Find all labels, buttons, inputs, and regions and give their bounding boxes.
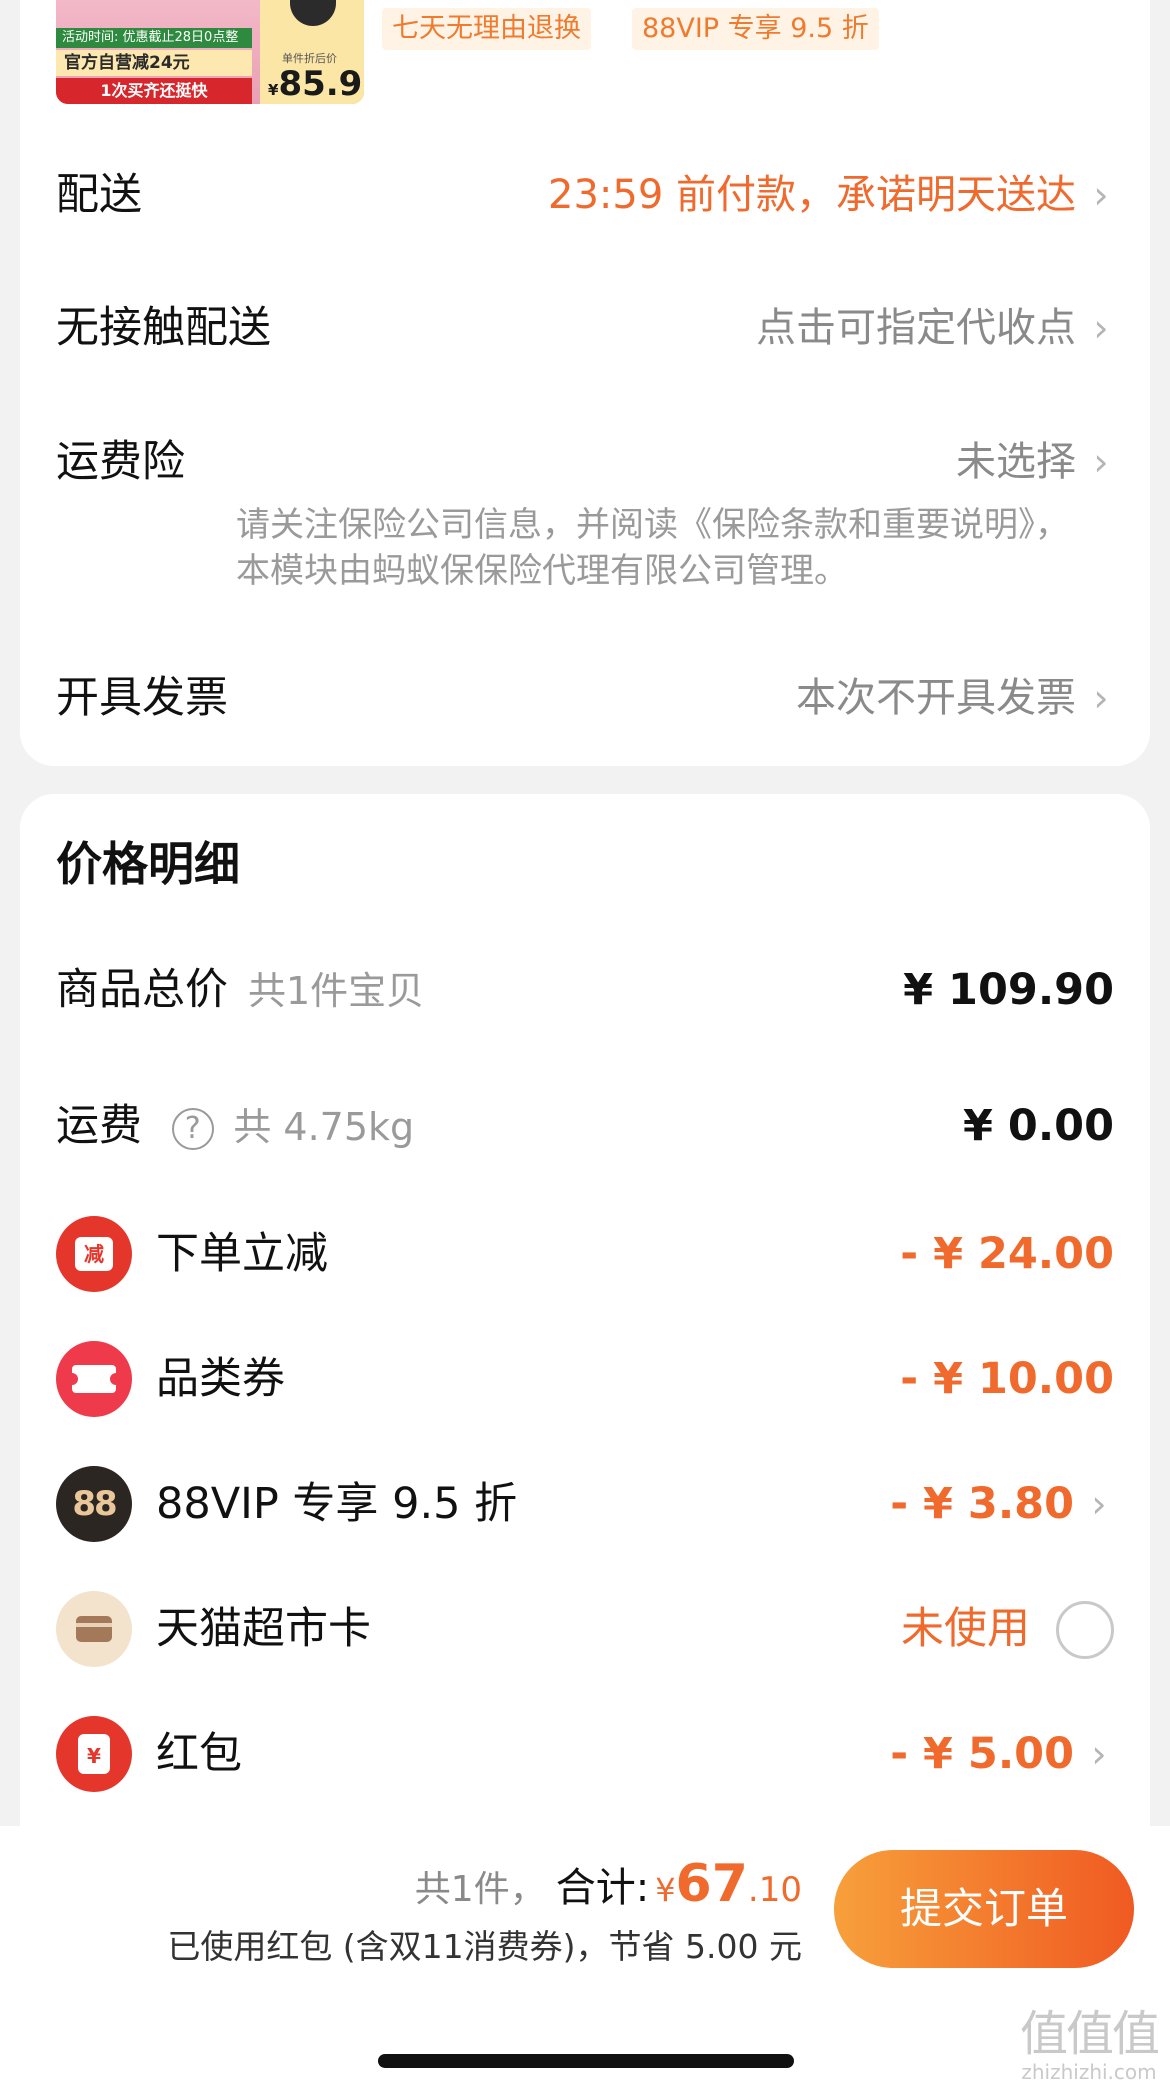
thumb-cta: 1次买齐还挺快 [56, 78, 252, 104]
chevron-right-icon: › [1093, 173, 1109, 217]
goods-total-row: 商品总价 共1件宝贝 ¥ 109.90 [56, 950, 1114, 1030]
item-count: 共1件， [414, 1869, 546, 1910]
contactless-delivery-row[interactable]: 无接触配送 点击可指定代收点 › [56, 298, 1116, 358]
invoice-label: 开具发票 [56, 673, 228, 723]
invoice-row[interactable]: 开具发票 本次不开具发票 › [56, 668, 1116, 728]
product-image-icon [290, 0, 336, 26]
vip-discount-value: - ¥ 3.80 [890, 1479, 1074, 1529]
return-policy-tag: 七天无理由退换 [382, 8, 591, 50]
total-integer: 67 [675, 1854, 748, 1914]
watermark: 值值值 zhizhizhi.com [1019, 2006, 1160, 2084]
red-packet-value: - ¥ 5.00 [890, 1729, 1074, 1779]
thumb-price-panel: 单件折后价 ¥85.9 [260, 0, 364, 104]
tmall-card-radio[interactable] [1056, 1601, 1114, 1659]
instant-discount-icon: 减 [56, 1216, 132, 1292]
invoice-value: 本次不开具发票 [796, 675, 1076, 721]
home-indicator[interactable] [378, 2054, 794, 2068]
instant-discount-label: 下单立减 [156, 1229, 328, 1279]
goods-count: 共1件宝贝 [248, 969, 425, 1013]
price-detail-title: 价格明细 [56, 837, 240, 891]
chevron-right-icon: › [1093, 440, 1109, 484]
vip-discount-row[interactable]: 88 88VIP 专享 9.5 折 - ¥ 3.80 › [56, 1464, 1114, 1544]
submit-order-button[interactable]: 提交订单 [834, 1850, 1134, 1968]
goods-total-value: ¥ 109.90 [903, 965, 1114, 1015]
tmall-card-row[interactable]: 天猫超市卡 未使用 [56, 1589, 1114, 1669]
red-packet-icon: ¥ [56, 1716, 132, 1792]
category-coupon-label: 品类券 [156, 1354, 285, 1404]
chevron-right-icon: › [1091, 1732, 1107, 1776]
chevron-right-icon: › [1093, 306, 1109, 350]
insurance-note: 请关注保险公司信息，并阅读《保险条款和重要说明》，本模块由蚂蚁保保险代理有限公司… [236, 505, 1069, 591]
total-label: 合计: [555, 1865, 650, 1911]
instant-discount-row: 减 下单立减 - ¥ 24.00 [56, 1214, 1114, 1294]
delivery-label: 配送 [56, 170, 142, 220]
thumb-promo-line: 活动时间: 优惠截止28日0点整 [56, 28, 252, 48]
chevron-right-icon: › [1093, 676, 1109, 720]
contactless-label: 无接触配送 [56, 303, 271, 353]
freight-weight: 共 4.75kg [233, 1105, 415, 1149]
goods-total-label: 商品总价 共1件宝贝 [56, 965, 425, 1015]
help-icon[interactable]: ? [171, 1107, 214, 1150]
tmall-card-label: 天猫超市卡 [156, 1604, 371, 1654]
total-decimal: .10 [747, 1870, 802, 1910]
insurance-value: 未选择 [956, 439, 1076, 485]
freight-value: ¥ 0.00 [963, 1101, 1114, 1151]
vip-88-icon: 88 [56, 1466, 132, 1542]
tmall-card-status: 未使用 [901, 1604, 1030, 1654]
wallet-card-icon [56, 1591, 132, 1667]
thumb-discount: 官方自营减24元 [56, 50, 252, 76]
coupon-icon [56, 1341, 132, 1417]
total-currency: ¥ [655, 1871, 676, 1909]
checkout-bottom-bar: 共1件， 合计: ¥67.10 已使用红包 (含双11消费券)，节省 5.00 元 … [0, 1826, 1170, 2093]
thumb-price: ¥85.9 [268, 64, 363, 104]
product-thumbnail[interactable]: 活动时间: 优惠截止28日0点整 官方自营减24元 1次买齐还挺快 单件折后价 … [56, 0, 364, 104]
red-packet-row[interactable]: ¥ 红包 - ¥ 5.00 › [56, 1714, 1114, 1794]
chevron-right-icon: › [1091, 1482, 1107, 1526]
order-total: 共1件， 合计: ¥67.10 [415, 1854, 802, 1926]
freight-label: 运费 ? 共 4.75kg [56, 1101, 415, 1151]
insurance-label: 运费险 [56, 437, 185, 487]
delivery-row[interactable]: 配送 23:59 前付款，承诺明天送达 › [56, 165, 1116, 225]
contactless-value: 点击可指定代收点 [756, 305, 1076, 351]
vip-discount-tag: 88VIP 专享 9.5 折 [632, 8, 879, 50]
shipping-insurance-row[interactable]: 运费险 未选择 › [56, 432, 1116, 492]
watermark-logo: 值值值 [1019, 2006, 1160, 2062]
delivery-value: 23:59 前付款，承诺明天送达 [548, 172, 1076, 218]
freight-row: 运费 ? 共 4.75kg ¥ 0.00 [56, 1086, 1114, 1166]
instant-discount-value: - ¥ 24.00 [900, 1229, 1114, 1279]
category-coupon-row: 品类券 - ¥ 10.00 [56, 1339, 1114, 1419]
category-coupon-value: - ¥ 10.00 [900, 1354, 1114, 1404]
watermark-url: zhizhizhi.com [1021, 2060, 1157, 2084]
order-info-card: 活动时间: 优惠截止28日0点整 官方自营减24元 1次买齐还挺快 单件折后价 … [20, 0, 1150, 766]
red-packet-label: 红包 [156, 1729, 242, 1779]
savings-text: 已使用红包 (含双11消费券)，节省 5.00 元 [167, 1927, 802, 1966]
checkout-page: 活动时间: 优惠截止28日0点整 官方自营减24元 1次买齐还挺快 单件折后价 … [0, 0, 1170, 2093]
price-detail-card: 价格明细 商品总价 共1件宝贝 ¥ 109.90 运费 ? 共 4.75kg ¥ … [20, 794, 1150, 1834]
vip-discount-label: 88VIP 专享 9.5 折 [156, 1479, 518, 1529]
